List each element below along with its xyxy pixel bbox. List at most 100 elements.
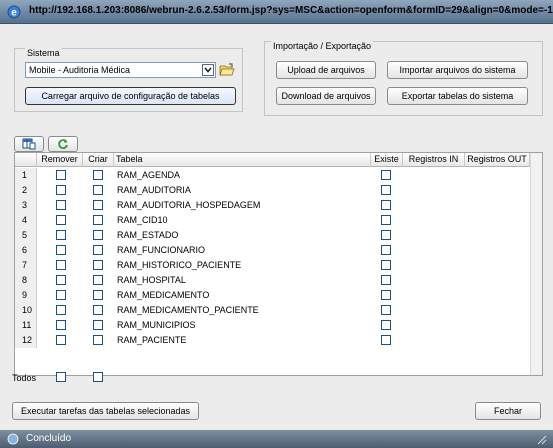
criar-checkbox[interactable] [93, 185, 103, 195]
remover-checkbox[interactable] [56, 335, 66, 345]
row-number: 1 [15, 168, 37, 183]
header-registros-in[interactable]: Registros IN [403, 153, 465, 167]
remover-checkbox[interactable] [56, 245, 66, 255]
remover-checkbox[interactable] [56, 215, 66, 225]
existe-checkbox[interactable] [381, 275, 391, 285]
table-name: RAM_MEDICAMENTO_PACIENTE [117, 305, 259, 315]
existe-checkbox[interactable] [381, 215, 391, 225]
table-name: RAM_ESTADO [117, 230, 179, 240]
todos-criar-checkbox[interactable] [93, 372, 103, 382]
upload-button[interactable]: Upload de arquivos [276, 61, 376, 79]
header-existe[interactable]: Existe [371, 153, 403, 167]
existe-checkbox[interactable] [381, 185, 391, 195]
todos-remover-checkbox[interactable] [56, 372, 66, 382]
table-name: RAM_PACIENTE [117, 335, 187, 345]
open-folder-icon[interactable] [219, 62, 235, 78]
row-number: 11 [15, 318, 37, 333]
registros-in-cell [403, 183, 465, 198]
table-settings-button[interactable] [14, 136, 44, 152]
remover-checkbox[interactable] [56, 320, 66, 330]
registros-out-cell [465, 288, 530, 303]
registros-out-cell [465, 198, 530, 213]
header-criar[interactable]: Criar [83, 153, 114, 167]
criar-checkbox[interactable] [93, 230, 103, 240]
table-row[interactable]: 4 RAM_CID10 [15, 213, 542, 228]
page-icon [7, 433, 19, 445]
row-number: 7 [15, 258, 37, 273]
criar-checkbox[interactable] [93, 305, 103, 315]
criar-checkbox[interactable] [93, 260, 103, 270]
table-row[interactable]: 9 RAM_MEDICAMENTO [15, 288, 542, 303]
registros-out-cell [465, 228, 530, 243]
table-row[interactable]: 8 RAM_HOSPITAL [15, 273, 542, 288]
table-row[interactable]: 1 RAM_AGENDA [15, 168, 542, 183]
registros-out-cell [465, 303, 530, 318]
existe-checkbox[interactable] [381, 230, 391, 240]
todos-label: Todos [12, 373, 37, 383]
existe-checkbox[interactable] [381, 260, 391, 270]
existe-checkbox[interactable] [381, 335, 391, 345]
table-row[interactable]: 6 RAM_FUNCIONARIO [15, 243, 542, 258]
grid-scrollbar[interactable] [530, 153, 542, 375]
table-row[interactable]: 7 RAM_HISTORICO_PACIENTE [15, 258, 542, 273]
criar-checkbox[interactable] [93, 170, 103, 180]
remover-checkbox[interactable] [56, 185, 66, 195]
existe-checkbox[interactable] [381, 305, 391, 315]
existe-checkbox[interactable] [381, 245, 391, 255]
header-tabela[interactable]: Tabela [114, 153, 371, 167]
import-button[interactable]: Importar arquivos do sistema [387, 61, 528, 79]
criar-checkbox[interactable] [93, 245, 103, 255]
existe-checkbox[interactable] [381, 290, 391, 300]
table-name: RAM_MEDICAMENTO [117, 290, 210, 300]
registros-out-cell [465, 213, 530, 228]
header-registros-out[interactable]: Registros OUT [465, 153, 530, 167]
registros-in-cell [403, 303, 465, 318]
table-row[interactable]: 12 RAM_PACIENTE [15, 333, 542, 348]
existe-checkbox[interactable] [381, 170, 391, 180]
load-config-button[interactable]: Carregar arquivo de configuração de tabe… [25, 87, 236, 105]
resize-grip-icon[interactable] [535, 433, 547, 445]
criar-checkbox[interactable] [93, 200, 103, 210]
registros-in-cell [403, 228, 465, 243]
criar-checkbox[interactable] [93, 275, 103, 285]
grid-header: Remover Criar Tabela Existe Registros IN… [15, 153, 542, 167]
remover-checkbox[interactable] [56, 305, 66, 315]
remover-checkbox[interactable] [56, 170, 66, 180]
existe-checkbox[interactable] [381, 320, 391, 330]
criar-checkbox[interactable] [93, 335, 103, 345]
criar-checkbox[interactable] [93, 320, 103, 330]
table-row[interactable]: 10 RAM_MEDICAMENTO_PACIENTE [15, 303, 542, 318]
table-row[interactable]: 3 RAM_AUDITORIA_HOSPEDAGEM [15, 198, 542, 213]
download-button[interactable]: Download de arquivos [276, 87, 376, 105]
table-name: RAM_AUDITORIA_HOSPEDAGEM [117, 200, 261, 210]
close-button[interactable]: Fechar [475, 402, 541, 420]
sistema-selected-value: Mobile - Auditoria Médica [29, 65, 131, 75]
table-row[interactable]: 2 RAM_AUDITORIA [15, 183, 542, 198]
row-number: 12 [15, 333, 37, 348]
table-name: RAM_AGENDA [117, 170, 181, 180]
remover-checkbox[interactable] [56, 260, 66, 270]
sistema-select[interactable]: Mobile - Auditoria Médica [25, 62, 216, 78]
export-button[interactable]: Exportar tabelas do sistema [387, 87, 528, 105]
registros-out-cell [465, 168, 530, 183]
criar-checkbox[interactable] [93, 215, 103, 225]
remover-checkbox[interactable] [56, 275, 66, 285]
row-number: 6 [15, 243, 37, 258]
refresh-button[interactable] [48, 136, 78, 152]
table-row[interactable]: 11 RAM_MUNICIPIOS [15, 318, 542, 333]
remover-checkbox[interactable] [56, 290, 66, 300]
row-number: 8 [15, 273, 37, 288]
remover-checkbox[interactable] [56, 200, 66, 210]
registros-in-cell [403, 243, 465, 258]
registros-out-cell [465, 258, 530, 273]
criar-checkbox[interactable] [93, 290, 103, 300]
table-row[interactable]: 5 RAM_ESTADO [15, 228, 542, 243]
execute-tasks-button[interactable]: Executar tarefas das tabelas selecionada… [12, 402, 199, 420]
header-remover[interactable]: Remover [37, 153, 83, 167]
existe-checkbox[interactable] [381, 200, 391, 210]
remover-checkbox[interactable] [56, 230, 66, 240]
table-name: RAM_CID10 [117, 215, 168, 225]
chevron-down-icon[interactable] [202, 64, 214, 76]
row-number: 9 [15, 288, 37, 303]
table-name: RAM_HISTORICO_PACIENTE [117, 260, 242, 270]
